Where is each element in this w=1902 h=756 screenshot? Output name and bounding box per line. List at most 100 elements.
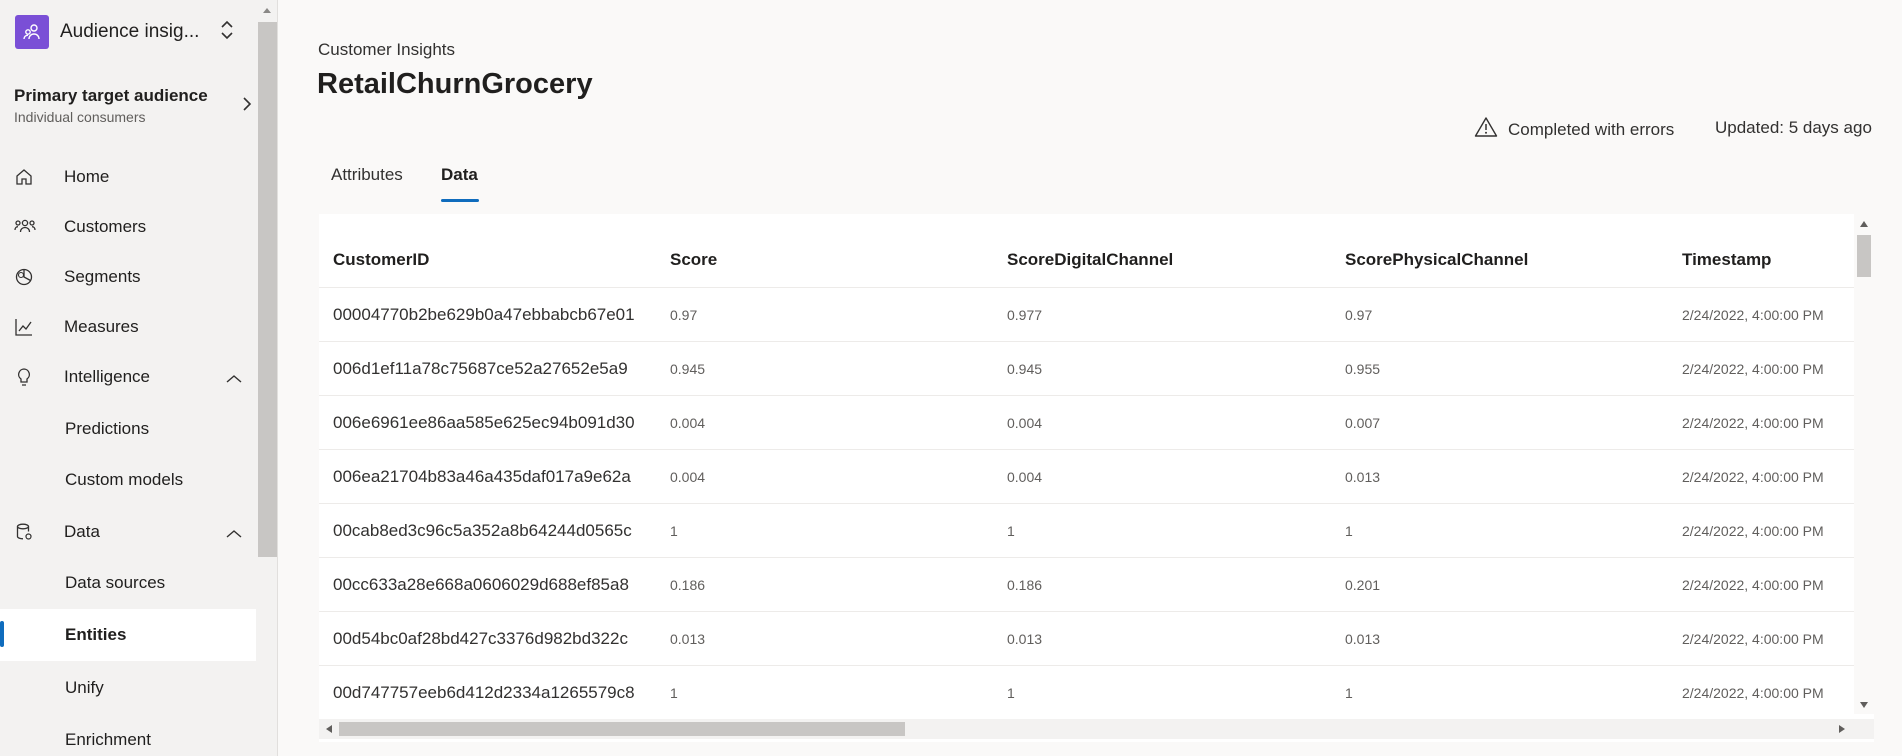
nav-item-data[interactable]: Data bbox=[0, 510, 256, 554]
app-switcher[interactable]: Audience insig... bbox=[15, 15, 245, 49]
data-table: CustomerID Score ScoreDigitalChannel Sco… bbox=[319, 214, 1874, 742]
sidebar-scrollbar[interactable] bbox=[258, 0, 277, 756]
nav-item-measures[interactable]: Measures bbox=[0, 305, 256, 349]
scroll-thumb[interactable] bbox=[1857, 235, 1871, 277]
nav-item-predictions[interactable]: Predictions bbox=[0, 407, 256, 451]
table-row[interactable]: 006ea21704b83a46a435daf017a9e62a 0.004 0… bbox=[319, 450, 1854, 504]
nav-item-enrichment[interactable]: Enrichment bbox=[0, 718, 256, 756]
cell-score: 1 bbox=[670, 685, 678, 701]
cell-score-digital: 1 bbox=[1007, 685, 1015, 701]
scroll-left-arrow[interactable] bbox=[326, 725, 332, 733]
chevron-up-icon[interactable] bbox=[226, 369, 242, 389]
home-icon bbox=[14, 167, 34, 187]
chevron-right-icon bbox=[242, 96, 252, 117]
page-title: RetailChurnGrocery bbox=[317, 68, 593, 100]
left-navigation: Audience insig... Primary target audienc… bbox=[0, 0, 278, 756]
table-row[interactable]: 006e6961ee86aa585e625ec94b091d30 0.004 0… bbox=[319, 396, 1854, 450]
column-header[interactable]: ScorePhysicalChannel bbox=[1345, 250, 1528, 270]
nav-label-data: Data bbox=[64, 522, 100, 541]
scroll-thumb[interactable] bbox=[339, 722, 905, 736]
cell-customer-id: 006d1ef11a78c75687ce52a27652e5a9 bbox=[333, 359, 628, 378]
cell-score-digital: 1 bbox=[1007, 523, 1015, 539]
table-header: CustomerID Score ScoreDigitalChannel Sco… bbox=[319, 214, 1854, 288]
table-row[interactable]: 006d1ef11a78c75687ce52a27652e5a9 0.945 0… bbox=[319, 342, 1854, 396]
cell-customer-id: 00d54bc0af28bd427c3376d982bd322c bbox=[333, 629, 628, 648]
cell-customer-id: 00cc633a28e668a0606029d688ef85a8 bbox=[333, 575, 629, 594]
nav-item-unify[interactable]: Unify bbox=[0, 666, 256, 710]
cell-timestamp: 2/24/2022, 4:00:00 PM bbox=[1682, 361, 1824, 377]
nav-label-entities: Entities bbox=[65, 625, 127, 644]
nav-label-predictions: Predictions bbox=[65, 419, 150, 438]
nav-item-custom-models[interactable]: Custom models bbox=[0, 458, 256, 502]
warning-icon bbox=[1474, 116, 1498, 143]
nav-label-home: Home bbox=[64, 167, 110, 186]
tab-attributes[interactable]: Attributes bbox=[331, 165, 403, 185]
cell-score: 0.013 bbox=[670, 631, 706, 647]
updated-timestamp: Updated: 5 days ago bbox=[1715, 118, 1872, 137]
audience-subtitle: Individual consumers bbox=[14, 109, 146, 125]
cell-score: 0.004 bbox=[670, 469, 706, 485]
cell-score-physical: 1 bbox=[1345, 523, 1353, 539]
cell-score: 0.186 bbox=[670, 577, 706, 593]
chevron-up-down-icon bbox=[220, 19, 234, 46]
scroll-thumb[interactable] bbox=[258, 22, 277, 557]
breadcrumb[interactable]: Customer Insights bbox=[318, 40, 455, 60]
pie-chart-icon bbox=[14, 267, 34, 287]
app-title: Audience insig... bbox=[60, 21, 200, 42]
cell-customer-id: 006ea21704b83a46a435daf017a9e62a bbox=[333, 467, 631, 486]
scroll-down-arrow[interactable] bbox=[1860, 702, 1868, 708]
nav-item-segments[interactable]: Segments bbox=[0, 255, 256, 299]
cell-score-physical: 0.007 bbox=[1345, 415, 1381, 431]
table-vertical-scrollbar[interactable] bbox=[1854, 214, 1874, 714]
nav-label-custom-models: Custom models bbox=[65, 470, 184, 489]
cell-score-physical: 0.013 bbox=[1345, 631, 1381, 647]
selected-indicator bbox=[0, 621, 4, 647]
chevron-up-icon[interactable] bbox=[226, 524, 242, 544]
cell-score-physical: 0.97 bbox=[1345, 307, 1373, 323]
nav-item-home[interactable]: Home bbox=[0, 155, 256, 199]
scroll-right-arrow[interactable] bbox=[1839, 725, 1845, 733]
cell-score-physical: 0.955 bbox=[1345, 361, 1381, 377]
nav-label-unify: Unify bbox=[65, 678, 104, 697]
column-header[interactable]: CustomerID bbox=[333, 250, 429, 270]
table-row[interactable]: 00004770b2be629b0a47ebbabcb67e01 0.97 0.… bbox=[319, 288, 1854, 342]
audience-selector[interactable]: Primary target audience Individual consu… bbox=[14, 86, 259, 125]
column-header[interactable]: Timestamp bbox=[1682, 250, 1771, 270]
nav-item-data-sources[interactable]: Data sources bbox=[0, 561, 256, 605]
people-icon bbox=[15, 15, 49, 49]
cell-score-physical: 1 bbox=[1345, 685, 1353, 701]
nav-label-enrichment: Enrichment bbox=[65, 730, 151, 749]
cell-timestamp: 2/24/2022, 4:00:00 PM bbox=[1682, 307, 1824, 323]
cell-customer-id: 00004770b2be629b0a47ebbabcb67e01 bbox=[333, 305, 635, 324]
cell-customer-id: 00d747757eeb6d412d2334a1265579c8 bbox=[333, 683, 635, 702]
status-text: Completed with errors bbox=[1508, 119, 1675, 139]
cell-timestamp: 2/24/2022, 4:00:00 PM bbox=[1682, 685, 1824, 701]
cell-timestamp: 2/24/2022, 4:00:00 PM bbox=[1682, 631, 1824, 647]
nav-label-segments: Segments bbox=[64, 267, 141, 286]
nav-item-intelligence[interactable]: Intelligence bbox=[0, 355, 256, 399]
cell-timestamp: 2/24/2022, 4:00:00 PM bbox=[1682, 577, 1824, 593]
cell-score-digital: 0.977 bbox=[1007, 307, 1043, 323]
tab-data[interactable]: Data bbox=[441, 165, 478, 185]
cell-score: 0.97 bbox=[670, 307, 698, 323]
nav-label-data-sources: Data sources bbox=[65, 573, 166, 592]
nav-label-customers: Customers bbox=[64, 217, 147, 236]
column-header[interactable]: ScoreDigitalChannel bbox=[1007, 250, 1173, 270]
cell-score-digital: 0.004 bbox=[1007, 415, 1043, 431]
scroll-up-arrow[interactable] bbox=[1860, 221, 1868, 227]
table-horizontal-scrollbar[interactable] bbox=[319, 719, 1874, 739]
table-row[interactable]: 00d54bc0af28bd427c3376d982bd322c 0.013 0… bbox=[319, 612, 1854, 666]
table-row[interactable]: 00cc633a28e668a0606029d688ef85a8 0.186 0… bbox=[319, 558, 1854, 612]
scroll-up-arrow[interactable] bbox=[263, 8, 271, 13]
cell-score: 1 bbox=[670, 523, 678, 539]
table-row[interactable]: 00cab8ed3c96c5a352a8b64244d0565c 1 1 1 2… bbox=[319, 504, 1854, 558]
status-indicator[interactable]: Completed with errors bbox=[1474, 116, 1674, 143]
table-row[interactable]: 00d747757eeb6d412d2334a1265579c8 1 1 1 2… bbox=[319, 666, 1854, 720]
cell-timestamp: 2/24/2022, 4:00:00 PM bbox=[1682, 523, 1824, 539]
column-header[interactable]: Score bbox=[670, 250, 717, 270]
active-tab-indicator bbox=[441, 199, 479, 202]
customers-icon bbox=[14, 217, 36, 237]
nav-item-customers[interactable]: Customers bbox=[0, 205, 256, 249]
cell-customer-id: 006e6961ee86aa585e625ec94b091d30 bbox=[333, 413, 635, 432]
nav-item-entities[interactable]: Entities bbox=[0, 609, 256, 661]
